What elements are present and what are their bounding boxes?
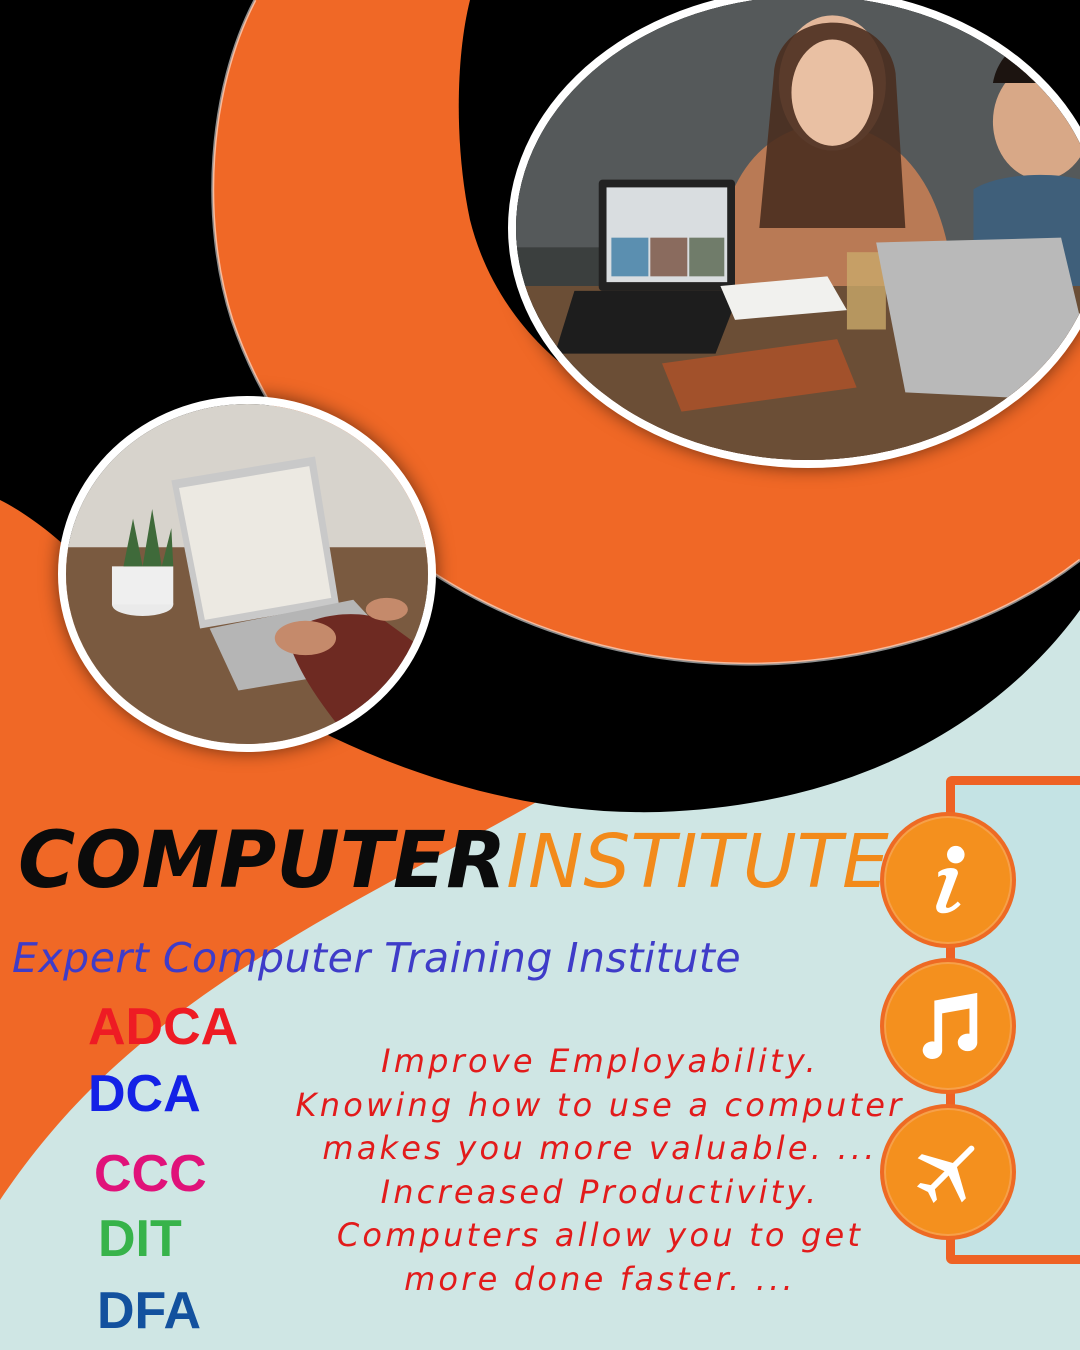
poster: COMPUTERINSTITUTE Expert Computer Traini… <box>0 0 1080 1350</box>
blurb-line: makes you more valuable. ... <box>322 1129 878 1167</box>
blurb-line: more done faster. ... <box>404 1259 796 1298</box>
course-dca: DCA <box>88 1065 201 1123</box>
blurb-line: Increased Productivity. <box>380 1172 820 1211</box>
blurb-line: Knowing how to use a computer <box>295 1085 905 1124</box>
info-icon <box>936 845 965 914</box>
course-ccc: CCC <box>94 1145 207 1203</box>
subtitle: Expert Computer Training Institute <box>12 934 742 982</box>
title-part-computer: COMPUTER <box>18 816 507 906</box>
course-dfa: DFA <box>97 1282 201 1340</box>
benefits-text: Improve Employability. Knowing how to us… <box>205 1040 995 1301</box>
page-title: COMPUTERINSTITUTE <box>18 822 889 900</box>
info-button[interactable] <box>880 812 1016 948</box>
blurb-line: Computers allow you to get <box>336 1216 864 1254</box>
title-part-institute: INSTITUTE <box>506 819 889 905</box>
photo-typing-laptop <box>58 396 436 752</box>
blurb-line: Improve Employability. <box>381 1042 819 1080</box>
course-dit: DIT <box>98 1210 182 1268</box>
